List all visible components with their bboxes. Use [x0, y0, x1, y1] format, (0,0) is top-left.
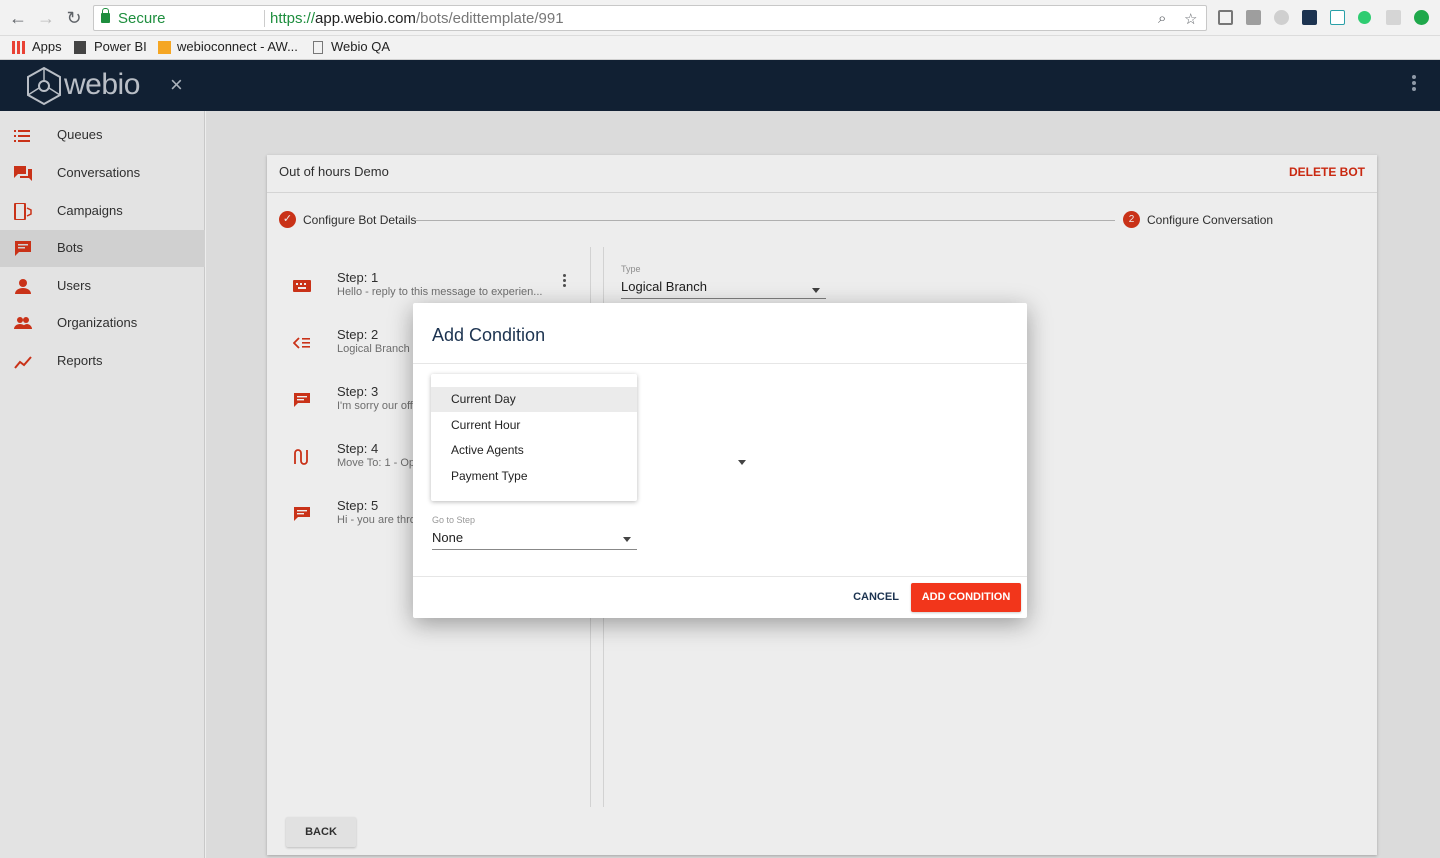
grammarly-icon[interactable]	[1358, 11, 1371, 24]
w-extension-icon[interactable]	[1330, 10, 1345, 25]
chevron-down-icon[interactable]	[623, 537, 631, 542]
bookmark-star-icon[interactable]: ☆	[1184, 10, 1197, 28]
bookmark-apps[interactable]: Apps	[32, 39, 62, 54]
extension-icon[interactable]	[1246, 10, 1261, 25]
url-text[interactable]: https://app.webio.com/bots/edittemplate/…	[270, 10, 564, 27]
menu-item-payment-type[interactable]: Payment Type	[431, 464, 637, 489]
condition-dropdown-menu: Current Day Current Hour Active Agents P…	[431, 374, 637, 501]
lock-icon	[101, 8, 110, 23]
chevron-down-icon[interactable]	[738, 460, 746, 465]
bookmarks-bar: Apps Power BI webioconnect - AW... Webio…	[0, 36, 1440, 60]
dialog-title: Add Condition	[432, 325, 546, 345]
page-icon	[313, 41, 323, 54]
cancel-button[interactable]: CANCEL	[845, 583, 907, 611]
goto-step-label: Go to Step	[432, 515, 476, 525]
menu-item-current-hour[interactable]: Current Hour	[431, 413, 637, 438]
aws-cube-icon	[158, 41, 171, 54]
g-extension-icon[interactable]	[1386, 10, 1401, 25]
reload-icon[interactable]: ↻	[64, 8, 84, 28]
add-condition-dialog: Add Condition Current Day Current Hour A…	[413, 303, 1027, 618]
upload-icon[interactable]	[1414, 10, 1429, 25]
back-arrow-icon[interactable]: ←	[8, 8, 28, 28]
forward-arrow-icon[interactable]: →	[36, 8, 56, 28]
bookmark-webioconnect[interactable]: webioconnect - AW...	[177, 39, 298, 54]
cast-icon[interactable]	[1218, 10, 1233, 25]
lastpass-icon[interactable]	[1302, 10, 1317, 25]
add-condition-button[interactable]: ADD CONDITION	[911, 583, 1021, 612]
address-bar[interactable]: Secure https://app.webio.com/bots/editte…	[93, 5, 1207, 31]
browser-toolbar: ← → ↻ Secure https://app.webio.com/bots/…	[0, 0, 1440, 36]
secure-label: Secure	[118, 10, 166, 27]
power-bi-icon	[74, 41, 86, 54]
bookmark-webio-qa[interactable]: Webio QA	[331, 39, 390, 54]
apps-grid-icon	[12, 41, 25, 54]
menu-item-active-agents[interactable]: Active Agents	[431, 438, 637, 463]
zoom-search-icon[interactable]: ⌕	[1158, 10, 1166, 27]
drive-icon[interactable]	[1274, 10, 1289, 25]
bookmark-power-bi[interactable]: Power BI	[94, 39, 147, 54]
menu-item-current-day[interactable]: Current Day	[431, 387, 637, 412]
goto-step-select[interactable]: None	[432, 530, 463, 545]
